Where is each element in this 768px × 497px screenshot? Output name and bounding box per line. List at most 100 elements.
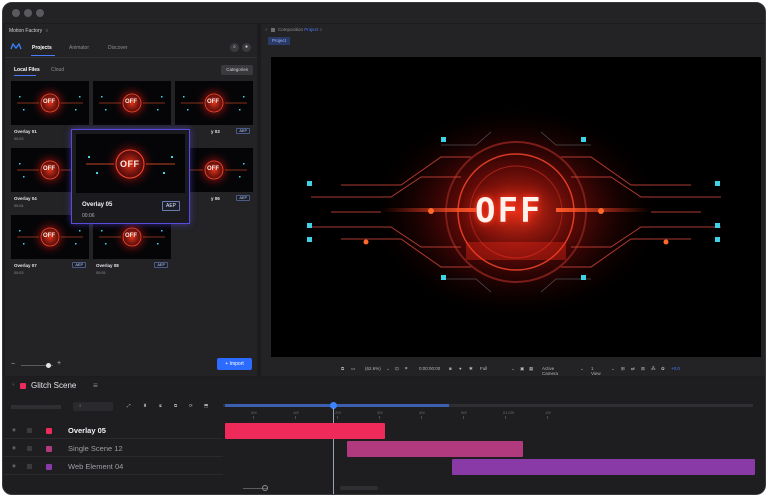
template-title: y 06 <box>211 196 220 201</box>
work-area-icon[interactable]: ⤢ <box>127 403 131 408</box>
snapshot-icon[interactable]: ⊡ <box>395 366 399 372</box>
track-row[interactable]: ◉ Web Element 04 <box>3 459 223 475</box>
monitor-icon[interactable]: ▭ <box>351 366 355 372</box>
tab-discover[interactable]: Discover <box>108 45 127 51</box>
zoom-out-button[interactable]: − <box>11 361 15 368</box>
shy-layers-icon[interactable]: ♜ <box>143 403 147 409</box>
format-badge: AEP <box>72 262 86 268</box>
template-title: y 03 <box>211 129 220 134</box>
template-thumbnail: OFF <box>11 81 89 125</box>
minimize-window-button[interactable] <box>24 9 32 17</box>
template-hover-preview[interactable]: OFF Overlay 05 00:06 AEP <box>71 129 190 224</box>
frame-blend-icon[interactable]: ⧈ <box>159 403 162 408</box>
popup-thumbnail-text: OFF <box>120 159 140 169</box>
maximize-window-button[interactable] <box>36 9 44 17</box>
timeline-scrollbar[interactable] <box>340 486 378 490</box>
breadcrumb-project[interactable]: Project <box>304 27 318 32</box>
lock-toggle[interactable] <box>27 428 32 433</box>
track-row[interactable]: ◉ Overlay 05 <box>3 423 223 439</box>
track-color-swatch <box>46 446 52 452</box>
lock-toggle[interactable] <box>27 446 32 451</box>
template-duration: 00:05 <box>96 271 106 275</box>
panel-title-text: Motion Factory <box>9 28 43 34</box>
panel-collapse-icon[interactable]: × <box>265 27 268 32</box>
close-panel-icon[interactable]: × <box>12 382 15 387</box>
tab-projects-underline <box>31 55 55 56</box>
chevron-down-icon[interactable]: ⌄ <box>511 366 515 372</box>
thumbnail-text: OFF <box>125 233 137 239</box>
motion-blur-icon[interactable]: ⧉ <box>174 403 177 408</box>
view-layout-dropdown[interactable]: 1 View <box>591 366 601 376</box>
visibility-toggle-icon[interactable]: ◉ <box>12 445 16 451</box>
region-of-interest-icon[interactable]: ▣ <box>520 366 524 372</box>
subtab-cloud[interactable]: Cloud <box>51 67 64 73</box>
zoom-slider-thumb[interactable] <box>46 363 51 368</box>
zoom-in-button[interactable]: + <box>57 360 61 367</box>
time-ruler[interactable]: 00f 10f 20f 30f 40f 50f 01:00f 10f <box>223 409 753 419</box>
flowchart-icon[interactable]: ⁂ <box>651 366 656 372</box>
ruler-tick-label: 01:00f <box>503 410 515 415</box>
template-card[interactable]: OFF Overlay 08 00:05 AEP <box>93 215 171 278</box>
scene-name: Glitch Scene <box>31 381 77 390</box>
current-time-display[interactable]: 0:00:00:00 <box>419 366 440 371</box>
graph-editor-icon[interactable]: ⟳ <box>189 403 193 409</box>
divider <box>5 57 257 58</box>
chevron-down-icon[interactable]: ⌄ <box>386 366 390 372</box>
popup-title: Overlay 05 <box>82 202 113 208</box>
work-area-bar[interactable] <box>225 404 449 407</box>
user-icon[interactable]: ● <box>242 43 251 52</box>
composition-viewer[interactable]: OFF <box>271 57 761 357</box>
ruler-tick-label: 40f <box>419 410 425 415</box>
close-window-button[interactable] <box>12 9 20 17</box>
track-name: Web Element 04 <box>68 462 124 471</box>
always-preview-icon[interactable]: ⧉ <box>341 366 344 371</box>
popup-duration: 00:06 <box>82 213 95 219</box>
ruler-tick-label: 50f <box>461 410 467 415</box>
popup-format-badge: AEP <box>162 201 181 211</box>
tab-projects[interactable]: Projects <box>32 45 52 51</box>
chevron-down-icon[interactable]: ⌄ <box>580 366 584 372</box>
color-channel-icon[interactable]: ● <box>459 366 462 371</box>
visibility-toggle-icon[interactable]: ◉ <box>12 427 16 433</box>
clip-overlay-05[interactable] <box>225 423 385 439</box>
clip-single-scene-12[interactable] <box>347 441 523 457</box>
thumbnail-text: OFF <box>207 99 219 105</box>
lock-toggle[interactable] <box>27 464 32 469</box>
exposure-value[interactable]: +0.0 <box>671 366 680 371</box>
template-duration: 00:04 <box>14 204 24 208</box>
panel-menu-icon[interactable]: ≡ <box>45 28 48 34</box>
camera-icon[interactable]: ◙ <box>449 366 452 371</box>
fast-preview-icon[interactable]: ⇄ <box>631 366 635 372</box>
subtab-local-files[interactable]: Local Files <box>14 67 40 73</box>
timeline-icon[interactable]: ⊠ <box>641 366 645 372</box>
scene-menu-icon[interactable]: ≡ <box>93 381 98 390</box>
template-card[interactable]: OFF Overlay 07 00:03 AEP <box>11 215 89 278</box>
import-button[interactable]: + Import <box>217 358 252 370</box>
track-row[interactable]: ◉ Single Scene 12 <box>3 441 223 457</box>
ruler-tick-label: 10f <box>293 410 299 415</box>
thumbnail-text: OFF <box>43 233 55 239</box>
search-icon: ⌕ <box>79 403 82 408</box>
resolution-dropdown[interactable]: Full <box>480 366 487 371</box>
magnification-dropdown[interactable]: (62.6%) <box>365 366 381 371</box>
tab-project[interactable]: Project <box>268 37 291 45</box>
clip-web-element-04[interactable] <box>452 459 755 475</box>
camera-view-dropdown[interactable]: Active Camera <box>542 366 558 376</box>
pixel-aspect-icon[interactable]: ⊞ <box>621 366 625 372</box>
show-channel-icon[interactable]: ✱ <box>469 366 473 372</box>
composition-breadcrumb: Composition Project ≡ <box>278 27 323 32</box>
chevron-down-icon[interactable]: ⌄ <box>611 366 615 372</box>
tab-animator[interactable]: Animator <box>69 45 89 51</box>
search-icon[interactable]: ⌕ <box>230 43 239 52</box>
exposure-icon[interactable]: ✿ <box>661 366 665 372</box>
ruler-tick <box>337 416 338 419</box>
transparency-grid-icon[interactable]: ▦ <box>529 366 533 372</box>
panel-title: Motion Factory ≡ <box>9 28 48 34</box>
visibility-toggle-icon[interactable]: ◉ <box>12 463 16 469</box>
ruler-tick <box>463 416 464 419</box>
safe-zone-icon[interactable]: ⌗ <box>405 366 408 371</box>
timeline-zoom-thumb[interactable] <box>262 485 268 491</box>
categories-button[interactable]: Categories <box>221 65 253 75</box>
layer-switch-placeholders <box>11 405 61 409</box>
draft-3d-icon[interactable]: ⬒ <box>204 403 208 409</box>
